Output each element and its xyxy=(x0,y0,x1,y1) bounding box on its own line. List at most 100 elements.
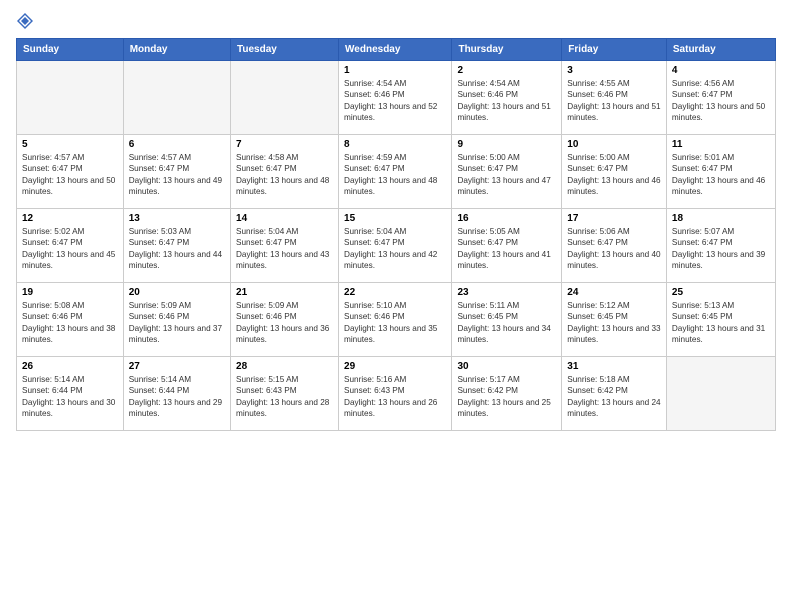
day-info: Sunrise: 4:58 AMSunset: 6:47 PMDaylight:… xyxy=(236,152,333,198)
day-number: 14 xyxy=(236,213,333,224)
week-row-2: 12 Sunrise: 5:02 AMSunset: 6:47 PMDayligh… xyxy=(17,209,776,283)
day-info: Sunrise: 4:55 AMSunset: 6:46 PMDaylight:… xyxy=(567,78,661,124)
cal-cell xyxy=(123,61,230,135)
day-number: 6 xyxy=(129,139,225,150)
calendar-table: SundayMondayTuesdayWednesdayThursdayFrid… xyxy=(16,38,776,431)
day-info: Sunrise: 5:04 AMSunset: 6:47 PMDaylight:… xyxy=(236,226,333,272)
day-number: 22 xyxy=(344,287,446,298)
day-info: Sunrise: 4:54 AMSunset: 6:46 PMDaylight:… xyxy=(457,78,556,124)
cal-cell: 27Sunrise: 5:14 AMSunset: 6:44 PMDayligh… xyxy=(123,357,230,431)
cal-cell: 5 Sunrise: 4:57 AMSunset: 6:47 PMDaylight… xyxy=(17,135,124,209)
day-info: Sunrise: 4:54 AMSunset: 6:46 PMDaylight:… xyxy=(344,78,446,124)
day-info: Sunrise: 5:02 AMSunset: 6:47 PMDaylight:… xyxy=(22,226,118,272)
cal-cell: 4Sunrise: 4:56 AMSunset: 6:47 PMDaylight… xyxy=(666,61,775,135)
cal-cell: 31 Sunrise: 5:18 AMSunset: 6:42 PMDayligh… xyxy=(562,357,667,431)
cal-cell: 18Sunrise: 5:07 AMSunset: 6:47 PMDayligh… xyxy=(666,209,775,283)
cal-cell: 10 Sunrise: 5:00 AMSunset: 6:47 PMDayligh… xyxy=(562,135,667,209)
day-info: Sunrise: 5:15 AMSunset: 6:43 PMDaylight:… xyxy=(236,374,333,420)
day-info: Sunrise: 4:57 AMSunset: 6:47 PMDaylight:… xyxy=(22,152,118,198)
cal-cell: 23Sunrise: 5:11 AMSunset: 6:45 PMDayligh… xyxy=(452,283,562,357)
day-number: 25 xyxy=(672,287,770,298)
cal-cell: 2 Sunrise: 4:54 AMSunset: 6:46 PMDaylight… xyxy=(452,61,562,135)
day-info: Sunrise: 5:18 AMSunset: 6:42 PMDaylight:… xyxy=(567,374,661,420)
day-info: Sunrise: 5:00 AMSunset: 6:47 PMDaylight:… xyxy=(567,152,661,198)
day-number: 16 xyxy=(457,213,556,224)
day-number: 30 xyxy=(457,361,556,372)
day-number: 3 xyxy=(567,65,661,76)
day-number: 23 xyxy=(457,287,556,298)
header-friday: Friday xyxy=(562,39,667,61)
day-number: 11 xyxy=(672,139,770,150)
day-number: 10 xyxy=(567,139,661,150)
day-info: Sunrise: 5:16 AMSunset: 6:43 PMDaylight:… xyxy=(344,374,446,420)
header-tuesday: Tuesday xyxy=(231,39,339,61)
day-number: 17 xyxy=(567,213,661,224)
cal-cell: 9 Sunrise: 5:00 AMSunset: 6:47 PMDaylight… xyxy=(452,135,562,209)
cal-cell xyxy=(666,357,775,431)
cal-cell: 28 Sunrise: 5:15 AMSunset: 6:43 PMDayligh… xyxy=(231,357,339,431)
cal-cell: 26 Sunrise: 5:14 AMSunset: 6:44 PMDayligh… xyxy=(17,357,124,431)
day-number: 26 xyxy=(22,361,118,372)
day-info: Sunrise: 4:57 AMSunset: 6:47 PMDaylight:… xyxy=(129,152,225,198)
cal-cell: 22 Sunrise: 5:10 AMSunset: 6:46 PMDayligh… xyxy=(339,283,452,357)
logo-icon xyxy=(16,12,34,30)
header-wednesday: Wednesday xyxy=(339,39,452,61)
cal-cell: 1 Sunrise: 4:54 AMSunset: 6:46 PMDaylight… xyxy=(339,61,452,135)
header xyxy=(16,12,776,30)
week-row-0: 1 Sunrise: 4:54 AMSunset: 6:46 PMDaylight… xyxy=(17,61,776,135)
cal-cell: 24 Sunrise: 5:12 AMSunset: 6:45 PMDayligh… xyxy=(562,283,667,357)
day-number: 9 xyxy=(457,139,556,150)
cal-cell xyxy=(231,61,339,135)
cal-cell: 14 Sunrise: 5:04 AMSunset: 6:47 PMDayligh… xyxy=(231,209,339,283)
cal-cell: 3 Sunrise: 4:55 AMSunset: 6:46 PMDaylight… xyxy=(562,61,667,135)
day-info: Sunrise: 5:06 AMSunset: 6:47 PMDaylight:… xyxy=(567,226,661,272)
day-info: Sunrise: 4:59 AMSunset: 6:47 PMDaylight:… xyxy=(344,152,446,198)
week-row-3: 19 Sunrise: 5:08 AMSunset: 6:46 PMDayligh… xyxy=(17,283,776,357)
day-number: 24 xyxy=(567,287,661,298)
cal-cell: 12 Sunrise: 5:02 AMSunset: 6:47 PMDayligh… xyxy=(17,209,124,283)
day-info: Sunrise: 5:09 AMSunset: 6:46 PMDaylight:… xyxy=(129,300,225,346)
day-number: 1 xyxy=(344,65,446,76)
day-info: Sunrise: 5:10 AMSunset: 6:46 PMDaylight:… xyxy=(344,300,446,346)
day-number: 12 xyxy=(22,213,118,224)
day-info: Sunrise: 5:03 AMSunset: 6:47 PMDaylight:… xyxy=(129,226,225,272)
day-number: 19 xyxy=(22,287,118,298)
day-info: Sunrise: 5:14 AMSunset: 6:44 PMDaylight:… xyxy=(129,374,225,420)
day-number: 2 xyxy=(457,65,556,76)
cal-cell: 30Sunrise: 5:17 AMSunset: 6:42 PMDayligh… xyxy=(452,357,562,431)
day-number: 7 xyxy=(236,139,333,150)
cal-cell: 17 Sunrise: 5:06 AMSunset: 6:47 PMDayligh… xyxy=(562,209,667,283)
week-row-1: 5 Sunrise: 4:57 AMSunset: 6:47 PMDaylight… xyxy=(17,135,776,209)
cal-cell: 29 Sunrise: 5:16 AMSunset: 6:43 PMDayligh… xyxy=(339,357,452,431)
cal-cell: 6 Sunrise: 4:57 AMSunset: 6:47 PMDaylight… xyxy=(123,135,230,209)
day-info: Sunrise: 5:04 AMSunset: 6:47 PMDaylight:… xyxy=(344,226,446,272)
day-info: Sunrise: 5:14 AMSunset: 6:44 PMDaylight:… xyxy=(22,374,118,420)
day-number: 31 xyxy=(567,361,661,372)
day-number: 15 xyxy=(344,213,446,224)
day-number: 18 xyxy=(672,213,770,224)
day-info: Sunrise: 5:08 AMSunset: 6:46 PMDaylight:… xyxy=(22,300,118,346)
day-number: 21 xyxy=(236,287,333,298)
day-number: 28 xyxy=(236,361,333,372)
day-info: Sunrise: 5:00 AMSunset: 6:47 PMDaylight:… xyxy=(457,152,556,198)
day-number: 29 xyxy=(344,361,446,372)
header-thursday: Thursday xyxy=(452,39,562,61)
cal-cell: 7 Sunrise: 4:58 AMSunset: 6:47 PMDaylight… xyxy=(231,135,339,209)
header-row: SundayMondayTuesdayWednesdayThursdayFrid… xyxy=(17,39,776,61)
cal-cell: 13Sunrise: 5:03 AMSunset: 6:47 PMDayligh… xyxy=(123,209,230,283)
calendar-page: SundayMondayTuesdayWednesdayThursdayFrid… xyxy=(0,0,792,612)
cal-cell: 20 Sunrise: 5:09 AMSunset: 6:46 PMDayligh… xyxy=(123,283,230,357)
day-info: Sunrise: 4:56 AMSunset: 6:47 PMDaylight:… xyxy=(672,78,770,124)
day-info: Sunrise: 5:12 AMSunset: 6:45 PMDaylight:… xyxy=(567,300,661,346)
day-info: Sunrise: 5:01 AMSunset: 6:47 PMDaylight:… xyxy=(672,152,770,198)
header-saturday: Saturday xyxy=(666,39,775,61)
day-info: Sunrise: 5:05 AMSunset: 6:47 PMDaylight:… xyxy=(457,226,556,272)
cal-cell: 11 Sunrise: 5:01 AMSunset: 6:47 PMDayligh… xyxy=(666,135,775,209)
cal-cell: 25Sunrise: 5:13 AMSunset: 6:45 PMDayligh… xyxy=(666,283,775,357)
day-number: 20 xyxy=(129,287,225,298)
cal-cell: 21 Sunrise: 5:09 AMSunset: 6:46 PMDayligh… xyxy=(231,283,339,357)
cal-cell: 16 Sunrise: 5:05 AMSunset: 6:47 PMDayligh… xyxy=(452,209,562,283)
day-info: Sunrise: 5:09 AMSunset: 6:46 PMDaylight:… xyxy=(236,300,333,346)
day-number: 5 xyxy=(22,139,118,150)
header-sunday: Sunday xyxy=(17,39,124,61)
